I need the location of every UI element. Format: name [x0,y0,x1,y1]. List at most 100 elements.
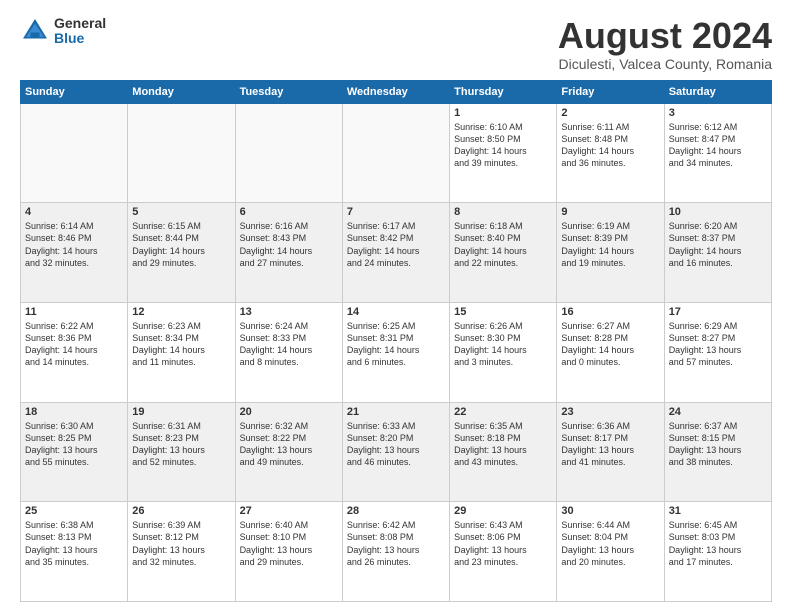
day-number: 3 [669,107,767,119]
table-row: 13 Sunrise: 6:24 AM Sunset: 8:33 PM Dayli… [235,302,342,402]
calendar-week-row: 18Sunrise: 6:30 AM Sunset: 8:25 PM Dayli… [21,402,772,502]
day-number: 19 [132,406,230,418]
day-info: Sunrise: 6:17 AM Sunset: 8:42 PM Dayligh… [347,220,445,269]
table-row: 10 Sunrise: 6:20 AM Sunset: 8:37 PM Dayli… [664,203,771,303]
day-info: Sunrise: 6:11 AM Sunset: 8:48 PM Dayligh… [561,121,659,170]
day-info: Sunrise: 6:37 AM Sunset: 8:15 PM Dayligh… [669,420,767,469]
day-number: 11 [25,306,123,318]
day-number: 9 [561,206,659,218]
table-row: 22 Sunrise: 6:35 AM Sunset: 8:18 PM Dayli… [450,402,557,502]
day-info: Sunrise: 6:15 AM Sunset: 8:44 PM Dayligh… [132,220,230,269]
logo: General Blue [20,16,106,47]
day-number: 8 [454,206,552,218]
table-row: 21 Sunrise: 6:33 AM Sunset: 8:20 PM Dayli… [342,402,449,502]
day-number: 25 [25,505,123,517]
day-info: Sunrise: 6:29 AM Sunset: 8:27 PM Dayligh… [669,320,767,369]
table-row: 2 Sunrise: 6:11 AM Sunset: 8:48 PM Daylig… [557,103,664,203]
day-info: Sunrise: 6:24 AM Sunset: 8:33 PM Dayligh… [240,320,338,369]
day-number: 23 [561,406,659,418]
table-row [342,103,449,203]
day-info: Sunrise: 6:19 AM Sunset: 8:39 PM Dayligh… [561,220,659,269]
day-info: Sunrise: 6:35 AM Sunset: 8:18 PM Dayligh… [454,420,552,469]
day-info: Sunrise: 6:31 AM Sunset: 8:23 PM Dayligh… [132,420,230,469]
table-row: 19 Sunrise: 6:31 AM Sunset: 8:23 PM Dayli… [128,402,235,502]
day-info: Sunrise: 6:14 AM Sunset: 8:46 PM Dayligh… [25,220,123,269]
main-title: August 2024 [558,16,772,56]
day-number: 22 [454,406,552,418]
day-number: 17 [669,306,767,318]
table-row [128,103,235,203]
calendar-week-row: 11 Sunrise: 6:22 AM Sunset: 8:36 PM Dayli… [21,302,772,402]
table-row: 31 Sunrise: 6:45 AM Sunset: 8:03 PM Dayli… [664,502,771,602]
day-number: 16 [561,306,659,318]
day-number: 29 [454,505,552,517]
day-number: 21 [347,406,445,418]
day-info: Sunrise: 6:30 AM Sunset: 8:25 PM Dayligh… [25,420,123,469]
day-info: Sunrise: 6:18 AM Sunset: 8:40 PM Dayligh… [454,220,552,269]
table-row: 4 Sunrise: 6:14 AM Sunset: 8:46 PM Daylig… [21,203,128,303]
logo-blue-text: Blue [54,31,106,46]
day-number: 30 [561,505,659,517]
day-number: 6 [240,206,338,218]
day-number: 2 [561,107,659,119]
day-info: Sunrise: 6:39 AM Sunset: 8:12 PM Dayligh… [132,519,230,568]
table-row: 9 Sunrise: 6:19 AM Sunset: 8:39 PM Daylig… [557,203,664,303]
day-info: Sunrise: 6:33 AM Sunset: 8:20 PM Dayligh… [347,420,445,469]
calendar-week-row: 1 Sunrise: 6:10 AM Sunset: 8:50 PM Daylig… [21,103,772,203]
table-row: 28 Sunrise: 6:42 AM Sunset: 8:08 PM Dayli… [342,502,449,602]
table-row: 8 Sunrise: 6:18 AM Sunset: 8:40 PM Daylig… [450,203,557,303]
col-sunday: Sunday [21,80,128,103]
day-number: 15 [454,306,552,318]
title-block: August 2024 Diculesti, Valcea County, Ro… [558,16,772,72]
col-tuesday: Tuesday [235,80,342,103]
day-number: 27 [240,505,338,517]
day-info: Sunrise: 6:20 AM Sunset: 8:37 PM Dayligh… [669,220,767,269]
calendar-week-row: 25 Sunrise: 6:38 AM Sunset: 8:13 PM Dayli… [21,502,772,602]
day-info: Sunrise: 6:25 AM Sunset: 8:31 PM Dayligh… [347,320,445,369]
table-row: 12 Sunrise: 6:23 AM Sunset: 8:34 PM Dayli… [128,302,235,402]
day-number: 24 [669,406,767,418]
logo-text: General Blue [54,16,106,47]
day-info: Sunrise: 6:42 AM Sunset: 8:08 PM Dayligh… [347,519,445,568]
day-info: Sunrise: 6:22 AM Sunset: 8:36 PM Dayligh… [25,320,123,369]
page: General Blue August 2024 Diculesti, Valc… [0,0,792,612]
day-number: 14 [347,306,445,318]
day-number: 13 [240,306,338,318]
table-row: 11 Sunrise: 6:22 AM Sunset: 8:36 PM Dayli… [21,302,128,402]
day-number: 4 [25,206,123,218]
day-info: Sunrise: 6:40 AM Sunset: 8:10 PM Dayligh… [240,519,338,568]
day-number: 5 [132,206,230,218]
day-number: 28 [347,505,445,517]
day-info: Sunrise: 6:32 AM Sunset: 8:22 PM Dayligh… [240,420,338,469]
col-monday: Monday [128,80,235,103]
day-number: 12 [132,306,230,318]
col-saturday: Saturday [664,80,771,103]
table-row: 15 Sunrise: 6:26 AM Sunset: 8:30 PM Dayli… [450,302,557,402]
table-row: 23 Sunrise: 6:36 AM Sunset: 8:17 PM Dayli… [557,402,664,502]
day-info: Sunrise: 6:10 AM Sunset: 8:50 PM Dayligh… [454,121,552,170]
day-number: 10 [669,206,767,218]
day-info: Sunrise: 6:16 AM Sunset: 8:43 PM Dayligh… [240,220,338,269]
day-number: 1 [454,107,552,119]
subtitle: Diculesti, Valcea County, Romania [558,56,772,72]
day-info: Sunrise: 6:43 AM Sunset: 8:06 PM Dayligh… [454,519,552,568]
table-row: 18Sunrise: 6:30 AM Sunset: 8:25 PM Dayli… [21,402,128,502]
table-row: 29 Sunrise: 6:43 AM Sunset: 8:06 PM Dayli… [450,502,557,602]
logo-general-text: General [54,16,106,31]
day-info: Sunrise: 6:23 AM Sunset: 8:34 PM Dayligh… [132,320,230,369]
day-info: Sunrise: 6:38 AM Sunset: 8:13 PM Dayligh… [25,519,123,568]
col-thursday: Thursday [450,80,557,103]
table-row: 16 Sunrise: 6:27 AM Sunset: 8:28 PM Dayli… [557,302,664,402]
calendar-header-row: Sunday Monday Tuesday Wednesday Thursday… [21,80,772,103]
day-number: 26 [132,505,230,517]
table-row: 20Sunrise: 6:32 AM Sunset: 8:22 PM Dayli… [235,402,342,502]
logo-icon [20,16,50,46]
day-info: Sunrise: 6:26 AM Sunset: 8:30 PM Dayligh… [454,320,552,369]
table-row: 5 Sunrise: 6:15 AM Sunset: 8:44 PM Daylig… [128,203,235,303]
day-info: Sunrise: 6:36 AM Sunset: 8:17 PM Dayligh… [561,420,659,469]
day-info: Sunrise: 6:27 AM Sunset: 8:28 PM Dayligh… [561,320,659,369]
day-info: Sunrise: 6:45 AM Sunset: 8:03 PM Dayligh… [669,519,767,568]
col-wednesday: Wednesday [342,80,449,103]
table-row: 1 Sunrise: 6:10 AM Sunset: 8:50 PM Daylig… [450,103,557,203]
day-number: 31 [669,505,767,517]
